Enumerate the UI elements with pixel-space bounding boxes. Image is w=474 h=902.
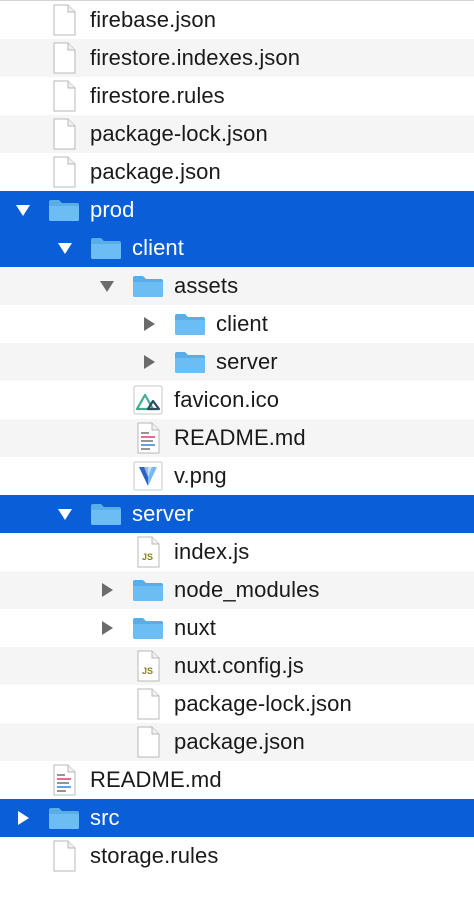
item-label: package-lock.json [174,691,352,716]
item-label: firebase.json [90,7,217,32]
folder-icon [173,305,207,343]
item-label: client [132,235,184,260]
vuetify-icon [131,457,165,495]
file-row[interactable]: firestore.indexes.json [0,39,474,77]
file-row[interactable]: JS nuxt.config.js [0,647,474,685]
item-label: prod [90,197,135,222]
item-label: package.json [90,159,221,184]
markdown-icon [47,761,81,799]
item-label: client [216,311,268,336]
file-row[interactable]: package.json [0,723,474,761]
item-label: favicon.ico [174,387,280,412]
file-row[interactable]: firestore.rules [0,77,474,115]
file-tree: firebase.json firestore.indexes.json fir… [0,0,474,902]
nuxt-icon [131,381,165,419]
item-label: storage.rules [90,843,219,868]
file-row[interactable]: firebase.json [0,1,474,39]
folder-icon [89,495,123,533]
item-label: package.json [174,729,305,754]
folder-row[interactable]: server [0,495,474,533]
folder-icon [89,229,123,267]
document-icon [47,153,81,191]
folder-icon [131,571,165,609]
item-label: server [216,349,278,374]
folder-row[interactable]: prod [0,191,474,229]
item-label: src [90,805,120,830]
file-row[interactable]: package-lock.json [0,115,474,153]
folder-row[interactable]: client [0,305,474,343]
file-row[interactable]: package-lock.json [0,685,474,723]
js-file-icon: JS [131,533,165,571]
folder-row[interactable]: assets [0,267,474,305]
folder-row[interactable]: nuxt [0,609,474,647]
item-label: index.js [174,539,250,564]
disclosure-collapsed-icon[interactable] [11,799,35,837]
item-label: v.png [174,463,227,488]
file-row[interactable]: README.md [0,419,474,457]
item-label: server [132,501,194,526]
file-row[interactable]: package.json [0,153,474,191]
disclosure-collapsed-icon[interactable] [137,343,161,381]
document-icon [131,685,165,723]
folder-row[interactable]: client [0,229,474,267]
document-icon [47,1,81,39]
disclosure-expanded-icon[interactable] [53,229,77,267]
document-icon [47,39,81,77]
folder-icon [47,799,81,837]
folder-icon [173,343,207,381]
disclosure-collapsed-icon[interactable] [95,571,119,609]
svg-text:JS: JS [142,552,153,562]
item-label: README.md [90,767,222,792]
disclosure-collapsed-icon[interactable] [137,305,161,343]
document-icon [131,723,165,761]
folder-row[interactable]: server [0,343,474,381]
item-label: firestore.indexes.json [90,45,301,70]
item-label: README.md [174,425,306,450]
file-row[interactable]: v.png [0,457,474,495]
disclosure-collapsed-icon[interactable] [95,609,119,647]
item-label: nuxt [174,615,216,640]
file-row[interactable]: favicon.ico [0,381,474,419]
document-icon [47,77,81,115]
js-file-icon: JS [131,647,165,685]
item-label: firestore.rules [90,83,225,108]
folder-icon [131,267,165,305]
document-icon [47,837,81,875]
folder-icon [131,609,165,647]
disclosure-expanded-icon[interactable] [53,495,77,533]
file-row[interactable]: README.md [0,761,474,799]
disclosure-expanded-icon[interactable] [95,267,119,305]
file-row[interactable]: storage.rules [0,837,474,875]
document-icon [47,115,81,153]
item-label: package-lock.json [90,121,268,146]
svg-text:JS: JS [142,666,153,676]
item-label: node_modules [174,577,320,602]
item-label: nuxt.config.js [174,653,304,678]
folder-row[interactable]: node_modules [0,571,474,609]
folder-icon [47,191,81,229]
folder-row[interactable]: src [0,799,474,837]
item-label: assets [174,273,239,298]
disclosure-expanded-icon[interactable] [11,191,35,229]
markdown-icon [131,419,165,457]
file-row[interactable]: JS index.js [0,533,474,571]
